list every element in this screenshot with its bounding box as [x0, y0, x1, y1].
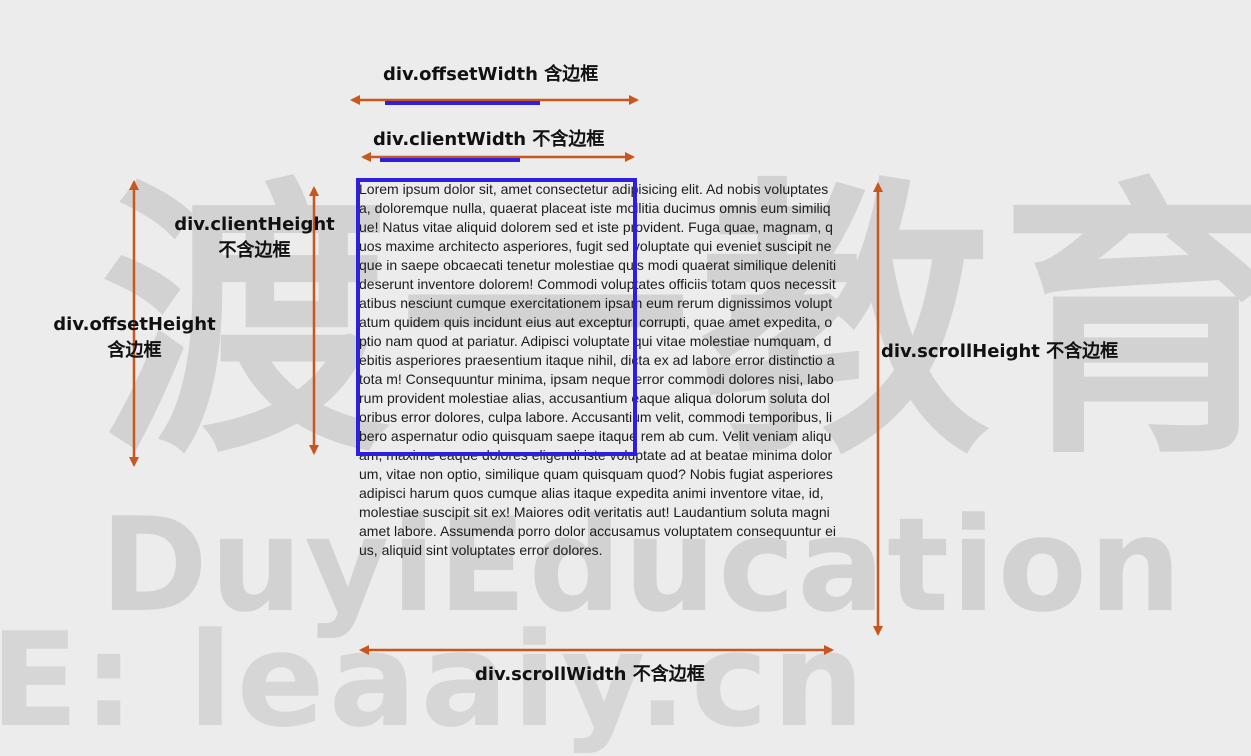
scroll-height-label: div.scrollHeight 不含边框: [881, 341, 1119, 362]
offset-width-label: div.offsetWidth 含边框: [383, 64, 599, 85]
client-height-label-line2: 不含边框: [218, 240, 291, 261]
client-height-label-line1: div.clientHeight: [174, 214, 335, 235]
offset-height-label-line1: div.offsetHeight: [53, 314, 216, 335]
client-height-label: div.clientHeight 不含边框: [172, 212, 337, 264]
offset-height-label: div.offsetHeight 含边框: [52, 312, 217, 364]
client-width-label: div.clientWidth 不含边框: [373, 129, 605, 150]
offset-height-label-line2: 含边框: [107, 340, 162, 361]
scroll-width-label: div.scrollWidth 不含边框: [475, 664, 705, 685]
